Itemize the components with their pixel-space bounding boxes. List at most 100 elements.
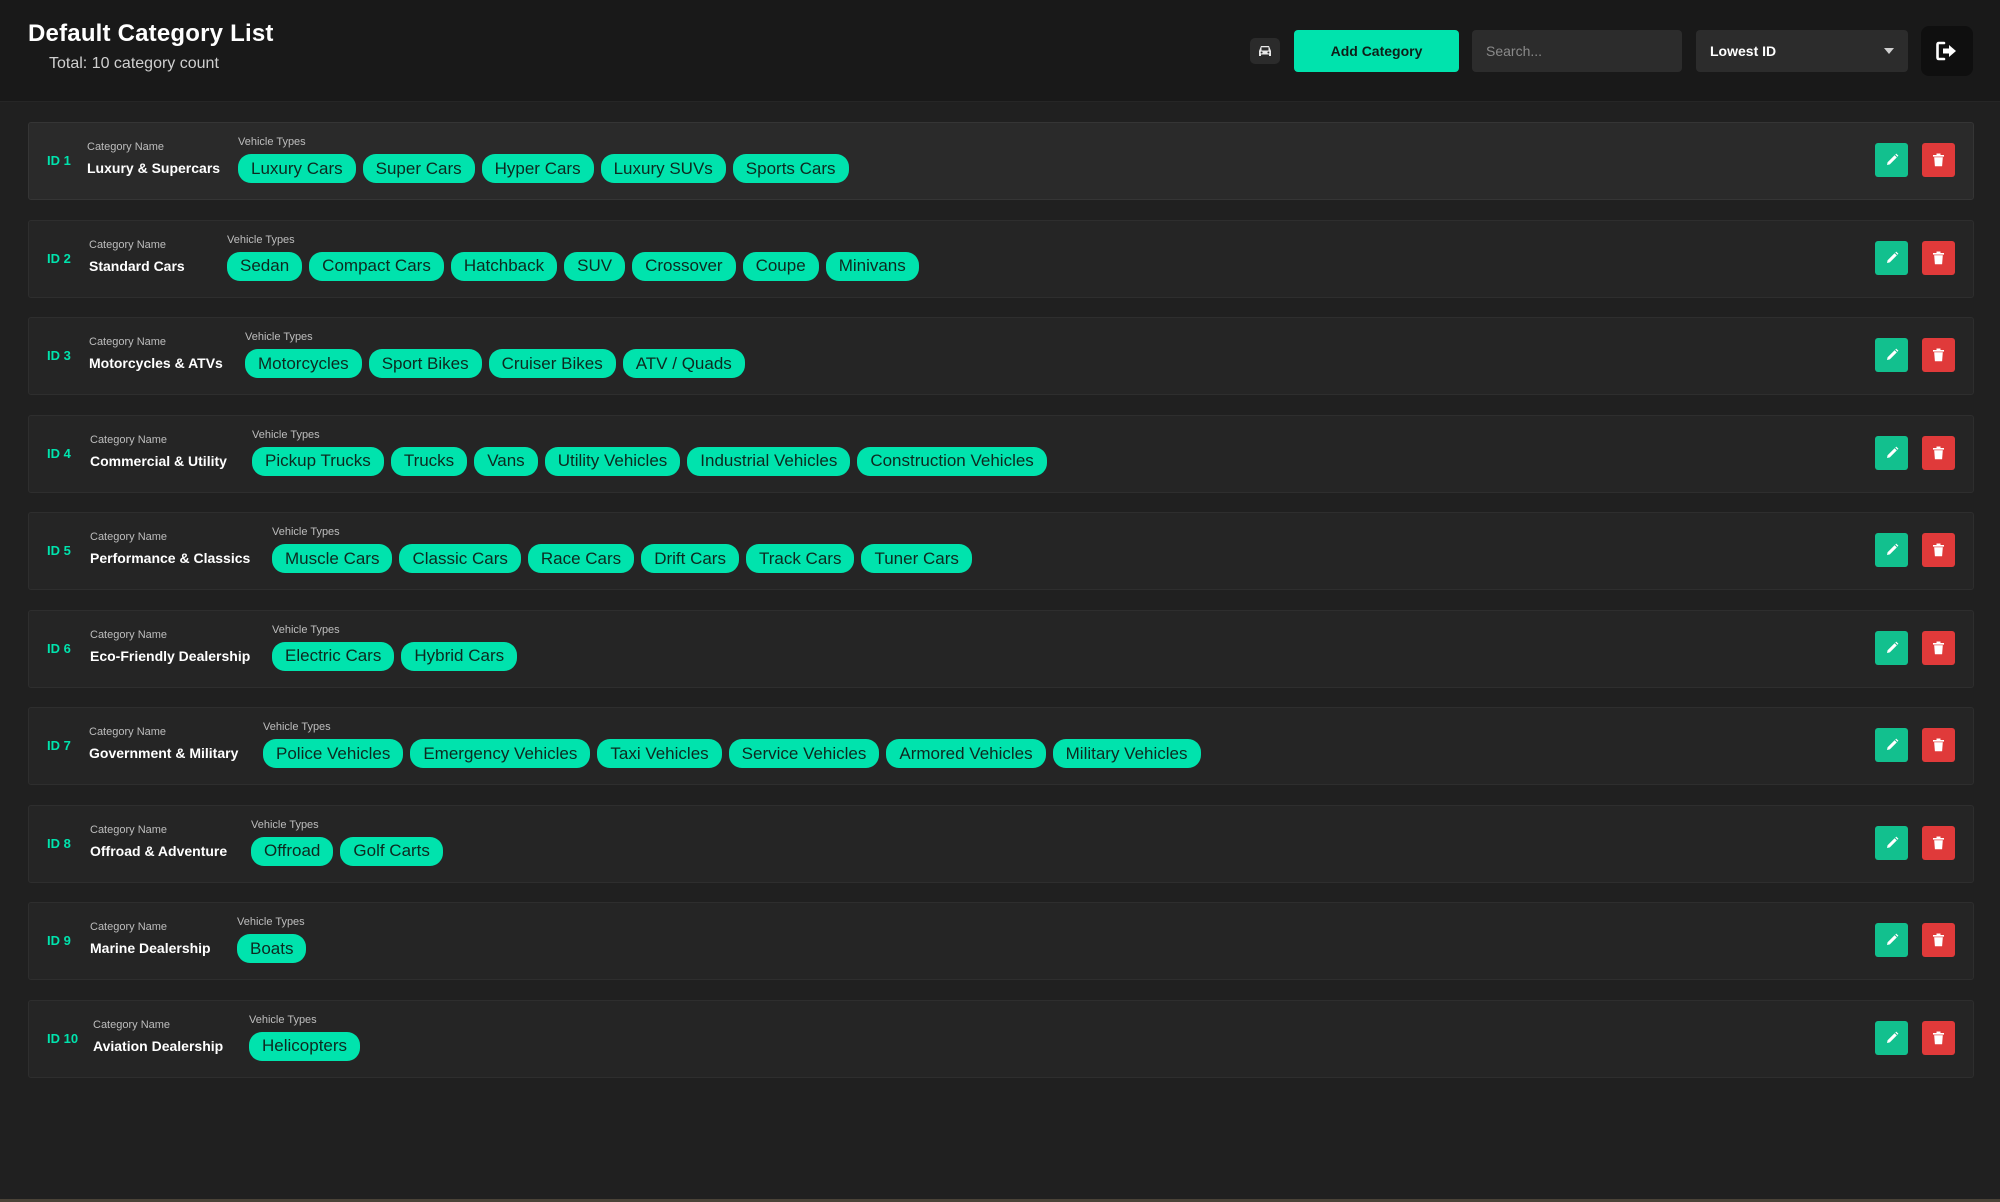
edit-button[interactable]: [1875, 240, 1908, 275]
row-actions: [1875, 435, 1955, 470]
vehicle-types-block: Vehicle Types Offroad Golf Carts: [251, 819, 443, 866]
app: Default Category List Total: 10 category…: [0, 0, 2000, 1202]
vehicle-type-tag: Hyper Cars: [481, 154, 594, 183]
edit-button[interactable]: [1875, 923, 1908, 957]
edit-button[interactable]: [1875, 630, 1908, 665]
vehicle-type-tag: Classic Cars: [399, 544, 521, 573]
category-name-label: Category Name: [93, 1018, 171, 1031]
vehicle-types-label: Vehicle Types: [252, 428, 320, 441]
vehicle-type-tag: Super Cars: [362, 154, 475, 183]
vehicle-types-label: Vehicle Types: [272, 526, 340, 538]
category-name: Eco-Friendly Dealership: [90, 647, 251, 664]
vehicle-type-tag: Boats: [237, 934, 307, 963]
vehicle-types-label: Vehicle Types: [245, 331, 313, 343]
pencil-icon: [1886, 446, 1898, 458]
vehicle-type-tag: Helicopters: [249, 1031, 361, 1061]
vehicle-types-label: Vehicle Types: [227, 233, 295, 246]
category-name-block: Category Name Marine Dealership: [90, 921, 211, 956]
vehicle-type-tag: Muscle Cars: [272, 544, 393, 573]
vehicle-type-tags: Pickup Trucks Trucks Vans Utility Vehicles I…: [252, 446, 1047, 476]
vehicle-type-tags: Helicopters: [249, 1031, 361, 1061]
vehicle-types-label: Vehicle Types: [263, 721, 331, 733]
search-input[interactable]: [1472, 30, 1682, 72]
edit-button[interactable]: [1875, 728, 1908, 762]
vehicle-type-tags: Police Vehicles Emergency Vehicles Taxi Ve…: [263, 739, 1201, 768]
edit-button[interactable]: [1875, 533, 1908, 567]
vehicle-type-tag: Pickup Trucks: [252, 446, 384, 476]
edit-button[interactable]: [1875, 825, 1908, 860]
vehicle-types-block: Vehicle Types Helicopters: [249, 1013, 361, 1061]
category-name: Performance & Classics: [90, 550, 251, 566]
delete-button[interactable]: [1922, 435, 1955, 470]
row-actions: [1875, 923, 1955, 957]
category-id: ID 4: [47, 445, 71, 461]
vehicle-type-tag: Electric Cars: [272, 641, 395, 671]
delete-button[interactable]: [1922, 1020, 1955, 1055]
edit-button[interactable]: [1875, 143, 1908, 177]
category-row: ID 1 Category Name Luxury & Supercars Vehic…: [28, 122, 1974, 200]
row-actions: [1875, 825, 1955, 860]
logout-icon: [1936, 41, 1956, 61]
vehicle-type-tag: Hatchback: [450, 251, 558, 281]
vehicle-type-tags: Sedan Compact Cars Hatchback SUV Crossover Co…: [227, 251, 919, 281]
edit-button[interactable]: [1875, 338, 1908, 372]
category-name-label: Category Name: [89, 238, 167, 251]
edit-button[interactable]: [1875, 1020, 1908, 1055]
row-actions: [1875, 533, 1955, 567]
delete-button[interactable]: [1922, 728, 1955, 762]
delete-button[interactable]: [1922, 533, 1955, 567]
trash-icon: [1933, 641, 1944, 654]
trash-icon: [1933, 446, 1944, 459]
vehicle-types-block: Vehicle Types Muscle Cars Classic Cars Race…: [272, 526, 972, 573]
category-id: ID 6: [47, 640, 71, 656]
edit-button[interactable]: [1875, 435, 1908, 470]
trash-icon: [1933, 933, 1944, 947]
category-count: Total: 10 category count: [49, 55, 219, 72]
vehicle-types-block: Vehicle Types Sedan Compact Cars Hatchback S…: [227, 234, 919, 281]
vehicle-type-tags: Motorcycles Sport Bikes Cruiser Bikes ATV /…: [245, 349, 745, 378]
vehicle-types-block: Vehicle Types Motorcycles Sport Bikes Cruis…: [245, 331, 745, 378]
delete-button[interactable]: [1922, 630, 1955, 665]
category-name-label: Category Name: [90, 531, 168, 543]
page-title: Default Category List: [28, 20, 274, 47]
category-name: Aviation Dealership: [93, 1037, 224, 1054]
delete-button[interactable]: [1922, 143, 1955, 177]
vehicle-type-tag: Offroad: [251, 836, 334, 866]
vehicle-type-tag: Hybrid Cars: [401, 641, 518, 671]
vehicle-type-tags: Muscle Cars Classic Cars Race Cars Drift Ca…: [272, 544, 972, 573]
vehicle-button[interactable]: [1250, 38, 1280, 64]
category-name: Motorcycles & ATVs: [89, 355, 223, 371]
vehicle-type-tag: Armored Vehicles: [886, 739, 1046, 768]
header: Default Category List Total: 10 category…: [0, 0, 2000, 102]
vehicle-types-block: Vehicle Types Police Vehicles Emergency Ve…: [263, 721, 1201, 768]
category-name-label: Category Name: [89, 336, 167, 348]
vehicle-type-tag: Police Vehicles: [263, 739, 404, 768]
delete-button[interactable]: [1922, 240, 1955, 275]
delete-button[interactable]: [1922, 825, 1955, 860]
category-name-block: Category Name Eco-Friendly Dealership: [90, 629, 250, 664]
category-name-block: Category Name Luxury & Supercars: [87, 141, 220, 176]
pencil-icon: [1886, 543, 1898, 555]
sort-select[interactable]: Lowest ID: [1696, 30, 1908, 72]
vehicle-types-block: Vehicle Types Pickup Trucks Trucks Vans Util…: [252, 429, 1047, 476]
delete-button[interactable]: [1922, 338, 1955, 372]
category-name-block: Category Name Commercial & Utility: [90, 434, 227, 469]
vehicle-types-block: Vehicle Types Luxury Cars Super Cars Hyper …: [238, 136, 849, 183]
category-row: ID 5 Category Name Performance & Classics V…: [28, 512, 1974, 590]
category-id: ID 7: [47, 738, 71, 753]
vehicle-type-tag: Luxury SUVs: [600, 154, 726, 183]
add-category-button[interactable]: Add Category: [1294, 30, 1459, 72]
vehicle-type-tag: Motorcycles: [245, 349, 362, 378]
category-id: ID 9: [47, 933, 71, 948]
category-row: ID 9 Category Name Marine Dealership Vehicl…: [28, 902, 1974, 980]
vehicle-type-tag: Compact Cars: [309, 251, 444, 281]
row-actions: [1875, 728, 1955, 762]
category-name: Government & Military: [89, 745, 239, 761]
category-id: ID 1: [47, 153, 71, 168]
logout-button[interactable]: [1921, 26, 1973, 76]
delete-button[interactable]: [1922, 923, 1955, 957]
category-name: Commercial & Utility: [90, 452, 227, 469]
sort-selected-label: Lowest ID: [1710, 43, 1777, 59]
category-row: ID 8 Category Name Offroad & Adventure Vehi…: [28, 804, 1974, 883]
vehicle-types-label: Vehicle Types: [249, 1013, 317, 1026]
